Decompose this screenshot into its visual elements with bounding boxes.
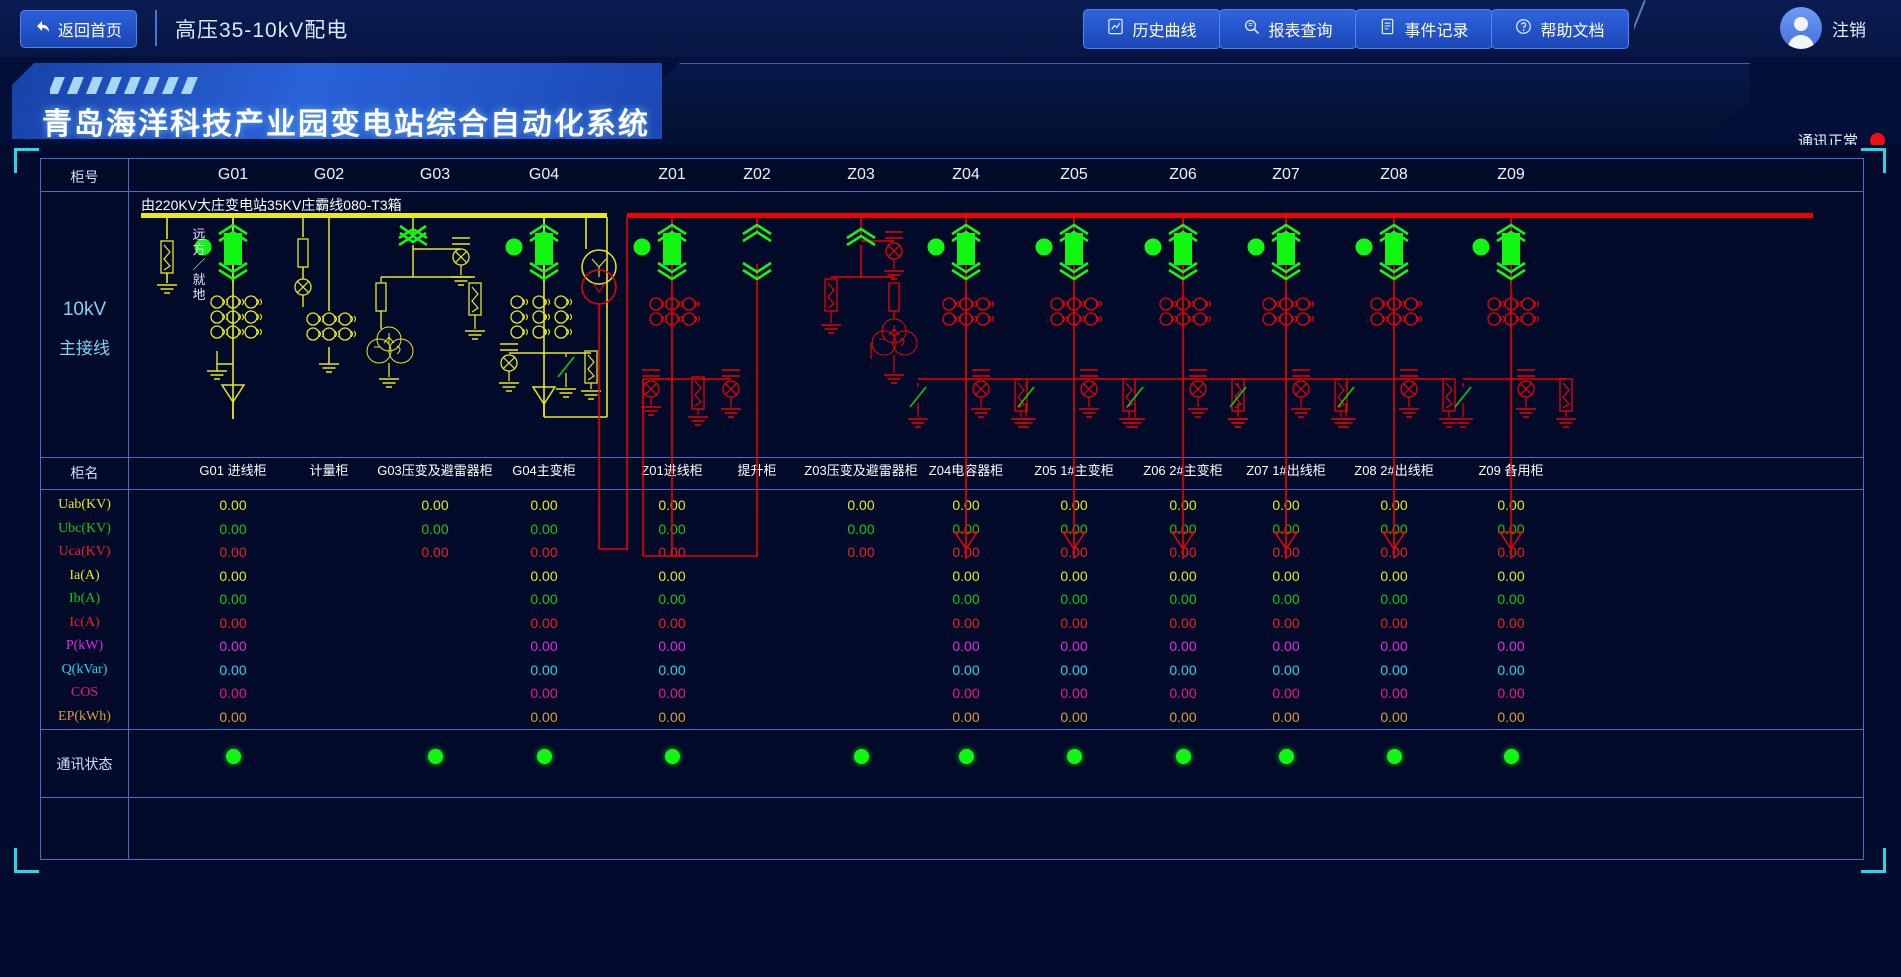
breaker-z04[interactable] bbox=[927, 223, 981, 281]
breaker-g04[interactable] bbox=[505, 223, 559, 281]
corner-decoration bbox=[14, 148, 39, 173]
history-curve-label: 历史曲线 bbox=[1132, 23, 1197, 40]
breaker-z07[interactable] bbox=[1247, 223, 1301, 281]
history-curve-button[interactable]: 历史曲线 bbox=[1083, 9, 1221, 49]
comm-normal-indicator bbox=[1870, 132, 1885, 145]
system-title: 青岛海洋科技产业园变电站综合自动化系统 bbox=[42, 108, 650, 141]
help-icon bbox=[1515, 18, 1532, 40]
banner-frame bbox=[640, 63, 1750, 139]
comm-legend: 通讯正常 通讯异常 bbox=[1798, 127, 1885, 145]
breaker-z08[interactable] bbox=[1355, 223, 1409, 281]
search-report-icon bbox=[1243, 18, 1260, 40]
hatch-decoration bbox=[50, 77, 200, 94]
back-arrow-icon bbox=[35, 19, 51, 40]
breaker-z09[interactable] bbox=[1472, 223, 1526, 281]
single-line-diagram-grid: 柜号 柜名 通讯状态 10kV 主接线 G01 G02 G03 G04 Z01 Z02 Z0… bbox=[40, 158, 1864, 860]
header-divider bbox=[155, 10, 157, 46]
chart-icon bbox=[1107, 18, 1124, 40]
logout-label: 注销 bbox=[1832, 20, 1866, 40]
event-record-button[interactable]: 事件记录 bbox=[1355, 9, 1493, 49]
back-to-home-label: 返回首页 bbox=[57, 23, 122, 40]
breaker-status-lamp-z08 bbox=[1355, 238, 1373, 256]
back-to-home-button[interactable]: 返回首页 bbox=[20, 10, 137, 48]
single-line-diagram bbox=[141, 213, 1813, 559]
event-record-label: 事件记录 bbox=[1404, 23, 1469, 40]
remote-local-label: 远方／就地 bbox=[192, 227, 206, 302]
breaker-status-lamp-z01 bbox=[633, 238, 651, 256]
breaker-status-lamp-z06 bbox=[1144, 238, 1162, 256]
user-avatar-icon bbox=[1780, 7, 1822, 49]
breaker-status-lamp-z09 bbox=[1472, 238, 1490, 256]
breaker-z06[interactable] bbox=[1144, 223, 1198, 281]
system-banner: 青岛海洋科技产业园变电站综合自动化系统 高压35-10kV配电 35主所低压1 … bbox=[0, 57, 1901, 145]
breaker-z01[interactable] bbox=[633, 223, 687, 281]
breaker-status-lamp-z05 bbox=[1035, 238, 1053, 256]
breaker-status-lamp-g04 bbox=[505, 238, 523, 256]
breaker-status-lamp-z07 bbox=[1247, 238, 1265, 256]
corner-decoration bbox=[1861, 848, 1886, 873]
corner-decoration bbox=[14, 848, 39, 873]
main-panel: 柜号 柜名 通讯状态 10kV 主接线 G01 G02 G03 G04 Z01 Z02 Z0… bbox=[14, 148, 1886, 873]
help-document-button[interactable]: 帮助文档 bbox=[1491, 9, 1629, 49]
document-icon bbox=[1379, 18, 1396, 40]
application-root: 返回首页 高压35-10kV配电 历史曲线 报表查询 事件记录 帮助文档 注销 … bbox=[0, 0, 1901, 977]
comm-normal-label: 通讯正常 bbox=[1797, 132, 1858, 146]
help-document-label: 帮助文档 bbox=[1540, 23, 1605, 40]
report-query-label: 报表查询 bbox=[1268, 23, 1333, 40]
system-title-plate: 青岛海洋科技产业园变电站综合自动化系统 bbox=[12, 63, 662, 139]
page-title: 高压35-10kV配电 bbox=[175, 19, 349, 42]
breaker-status-lamp-z04 bbox=[927, 238, 945, 256]
corner-decoration bbox=[1861, 148, 1886, 173]
user-logout-control[interactable]: 注销 bbox=[1780, 7, 1866, 49]
isolator-z02[interactable] bbox=[742, 223, 772, 281]
breaker-z05[interactable] bbox=[1035, 223, 1089, 281]
top-toolbar: 返回首页 高压35-10kV配电 历史曲线 报表查询 事件记录 帮助文档 注销 bbox=[0, 0, 1901, 58]
header-decoration bbox=[1634, 0, 1724, 57]
report-query-button[interactable]: 报表查询 bbox=[1219, 9, 1357, 49]
comm-legend-normal: 通讯正常 bbox=[1798, 127, 1885, 145]
